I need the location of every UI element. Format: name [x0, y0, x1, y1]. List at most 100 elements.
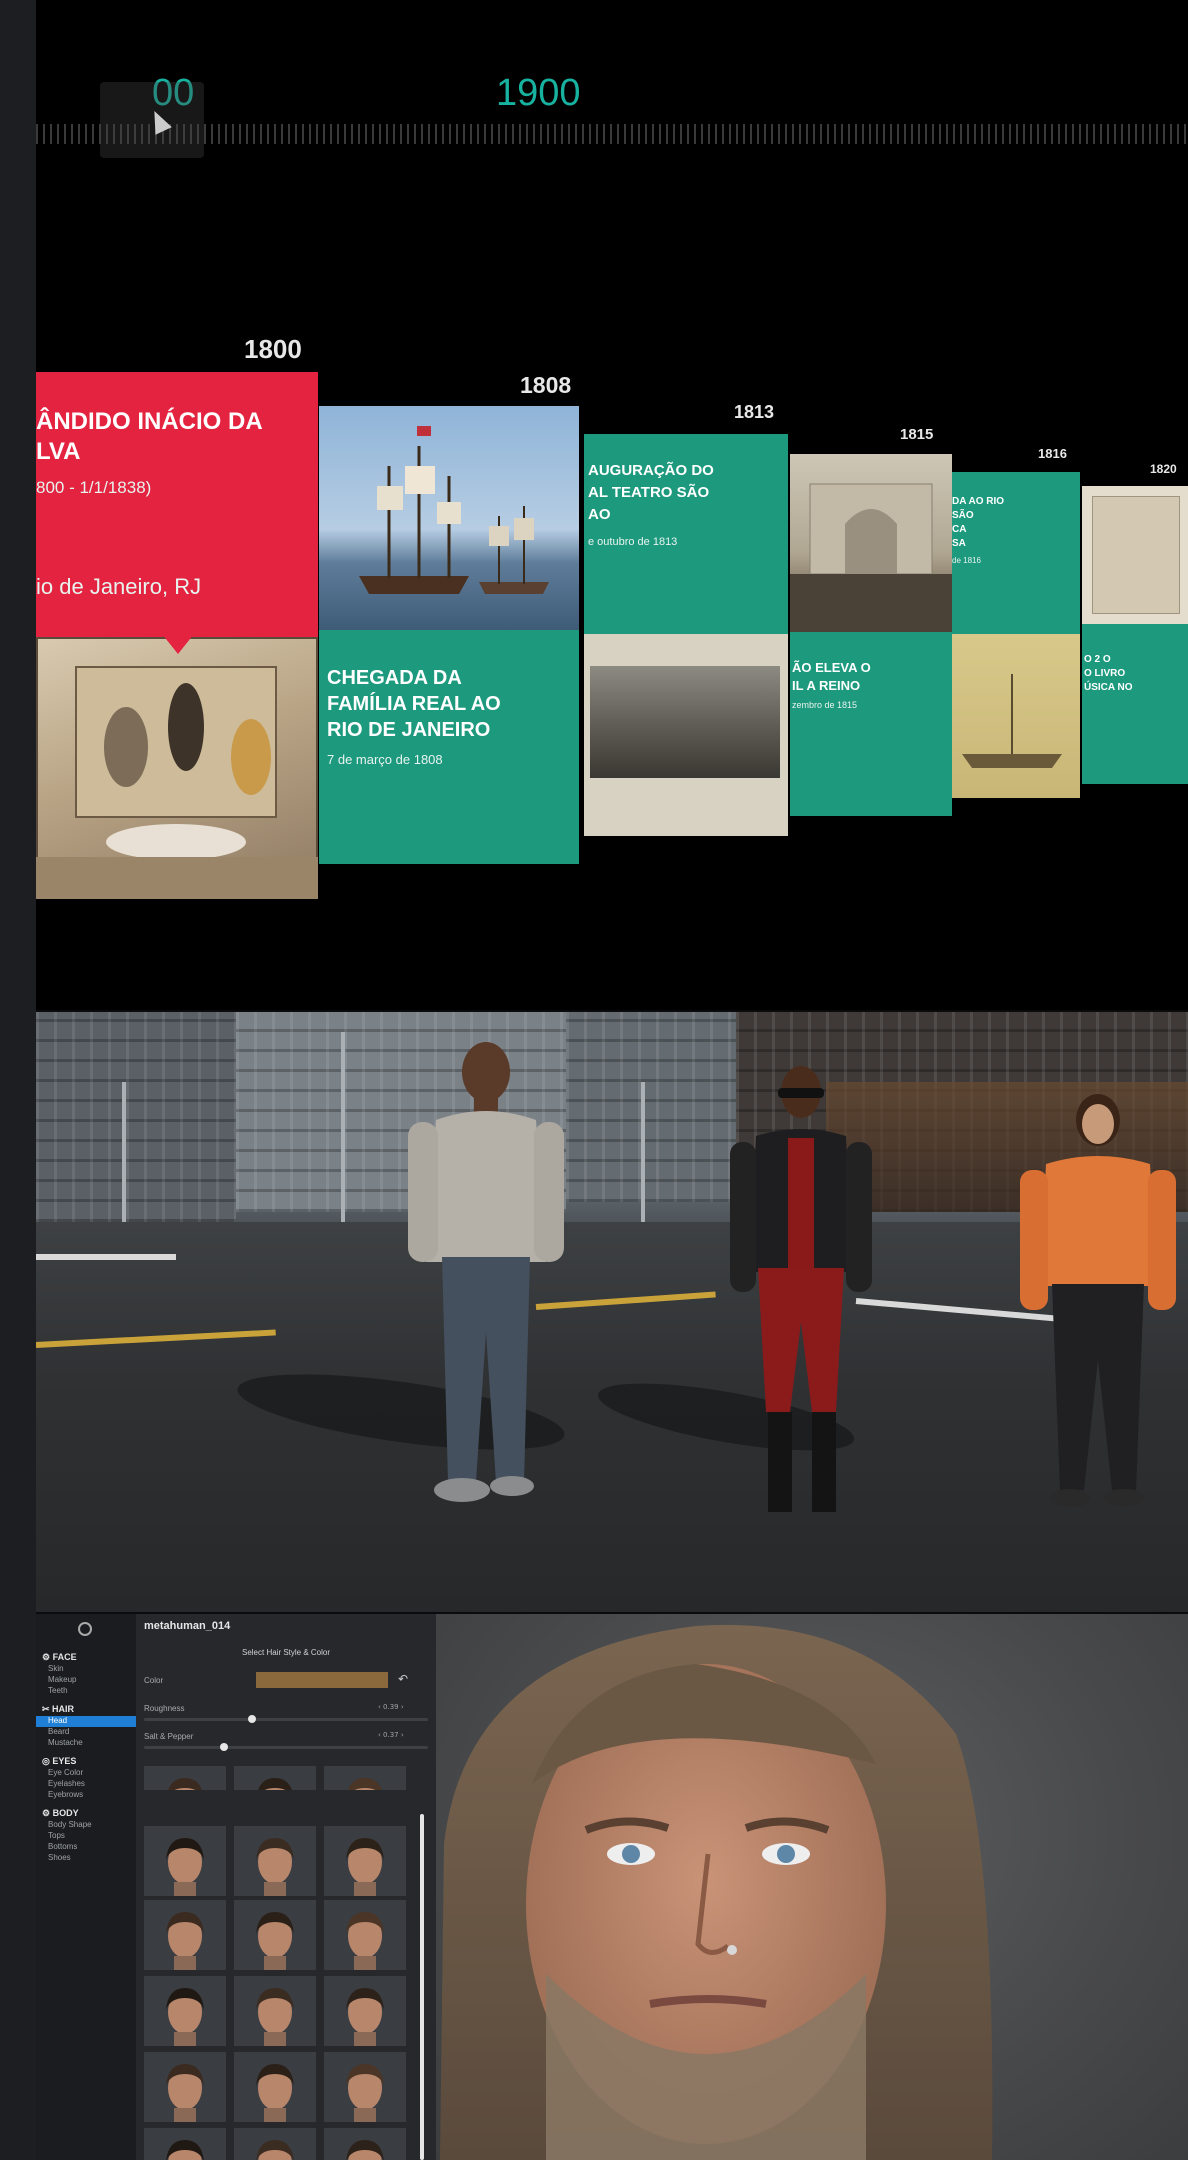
timeline-card-1815[interactable]: ÃO ELEVA O IL A REINO zembro de 1815	[790, 632, 952, 816]
head-preview	[166, 1838, 204, 1896]
hairstyle-thumbnail[interactable]	[324, 1976, 406, 2046]
card-title-line: AUGURAÇÃO DO	[588, 462, 714, 479]
metahuman-creator-panel: ⚙ FACE Skin Makeup Teeth ✂ HAIR Head Bea…	[36, 1614, 1188, 2160]
card-book-cover[interactable]	[1082, 486, 1188, 624]
nav-item-body-shape[interactable]: Body Shape	[48, 1820, 92, 1829]
nav-item-mustache[interactable]: Mustache	[48, 1738, 83, 1747]
hairstyle-thumbnail[interactable]	[234, 1826, 316, 1896]
book-page	[1092, 496, 1180, 614]
grid-scrollbar[interactable]	[420, 1814, 424, 2160]
roughness-value-text: 0.39	[383, 1703, 399, 1711]
ruler-label-1900: 1900	[496, 72, 581, 114]
head-preview	[166, 2140, 204, 2160]
hairstyle-thumbnail[interactable]	[144, 1900, 226, 1970]
card-title-line: LVA	[36, 438, 81, 465]
hairstyle-thumbnail[interactable]	[324, 1900, 406, 1970]
nav-head-face[interactable]: ⚙ FACE	[42, 1652, 77, 1663]
nav-head-label: HAIR	[52, 1704, 75, 1714]
hairstyle-thumbnail[interactable]	[324, 2052, 406, 2122]
salt-pepper-slider-knob[interactable]	[220, 1743, 228, 1751]
card-painting-ships[interactable]	[319, 406, 579, 630]
year-label-1800: 1800	[244, 334, 302, 364]
nav-item-tops[interactable]: Tops	[48, 1831, 65, 1840]
timeline-card-1813[interactable]: AUGURAÇÃO DO AL TEATRO SÃO AO e outubro …	[584, 434, 788, 634]
color-label: Color	[144, 1676, 164, 1685]
card-date: de 1816	[952, 556, 981, 565]
metahuman-face-render	[440, 1624, 993, 2160]
salt-pepper-value[interactable]: ‹ 0.37 ›	[378, 1731, 404, 1739]
card-dates: 800 - 1/1/1838)	[36, 478, 152, 497]
nav-item-eye-color[interactable]: Eye Color	[48, 1768, 83, 1777]
nav-item-teeth[interactable]: Teeth	[48, 1686, 68, 1695]
hairstyle-thumbnail[interactable]	[234, 1976, 316, 2046]
year-label-1816: 1816	[1038, 446, 1067, 461]
roughness-slider[interactable]	[144, 1718, 428, 1721]
hairstyle-thumbnail[interactable]	[144, 1766, 226, 1790]
nav-item-shoes[interactable]: Shoes	[48, 1853, 71, 1862]
salt-pepper-label: Salt & Pepper	[144, 1732, 194, 1741]
nav-item-bottoms[interactable]: Bottoms	[48, 1842, 77, 1851]
roughness-slider-knob[interactable]	[248, 1715, 256, 1723]
hairstyle-thumbnail[interactable]	[144, 1826, 226, 1896]
timeline-ruler[interactable]	[36, 124, 1188, 144]
card-title-line: AO	[588, 506, 611, 523]
hair-color-swatch[interactable]	[256, 1672, 388, 1688]
timeline-card-1820[interactable]: O 2 O O LIVRO ÚSICA NO	[1082, 624, 1188, 784]
nav-item-beard[interactable]: Beard	[48, 1727, 69, 1736]
hairstyle-thumbnail[interactable]	[324, 2128, 406, 2160]
card-title-line: ÂNDIDO INÁCIO DA	[36, 408, 263, 435]
timeline-card-1816[interactable]: DA AO RIO SÃO CA SA de 1816	[952, 472, 1080, 634]
hairstyle-thumbnail[interactable]	[144, 1976, 226, 2046]
street-lamp	[641, 1082, 645, 1232]
timeline-card-1808[interactable]: CHEGADA DA FAMÍLIA REAL AO RIO DE JANEIR…	[319, 630, 579, 864]
hairstyle-thumbnail[interactable]	[144, 2128, 226, 2160]
hairstyle-thumbnail[interactable]	[234, 2052, 316, 2122]
card-title-line: FAMÍLIA REAL AO	[327, 693, 501, 715]
head-preview	[256, 1912, 294, 1970]
hairstyle-thumbnail[interactable]	[234, 1766, 316, 1790]
ship-sketch	[962, 674, 1062, 768]
nav-item-makeup[interactable]: Makeup	[48, 1675, 76, 1684]
salt-pepper-slider[interactable]	[144, 1746, 428, 1749]
hairstyle-thumbnail[interactable]	[144, 2052, 226, 2122]
year-label-1813: 1813	[734, 402, 775, 422]
nav-head-body[interactable]: ⚙ BODY	[42, 1808, 79, 1819]
head-preview	[256, 2064, 294, 2122]
card-title-line: ÃO ELEVA O	[792, 660, 871, 675]
roughness-value[interactable]: ‹ 0.39 ›	[378, 1703, 404, 1711]
character-woman-orange-top[interactable]	[1012, 1090, 1188, 1530]
nav-item-skin[interactable]: Skin	[48, 1664, 64, 1673]
nav-head-eyes[interactable]: ◎ EYES	[42, 1756, 76, 1767]
character-viewport[interactable]	[436, 1614, 1188, 2160]
reset-icon[interactable]: ↶	[398, 1672, 408, 1686]
nav-item-eyelashes[interactable]: Eyelashes	[48, 1779, 85, 1788]
roughness-label: Roughness	[144, 1704, 185, 1713]
street-lamp	[341, 1032, 345, 1232]
character-woman-leather-jacket[interactable]	[716, 1062, 886, 1532]
nav-head-label: EYES	[52, 1756, 77, 1766]
hairstyle-thumbnail[interactable]	[324, 1766, 406, 1790]
back-circle-icon[interactable]	[78, 1622, 92, 1636]
card-title-line: SA	[952, 538, 966, 549]
head-preview	[168, 1778, 202, 1790]
year-label-1808: 1808	[520, 372, 572, 398]
card-date: zembro de 1815	[792, 700, 858, 710]
ships-painting	[359, 426, 549, 594]
nav-head-hair[interactable]: ✂ HAIR	[42, 1704, 74, 1715]
timeline-card-1800[interactable]: ÂNDIDO INÁCIO DA LVA 800 - 1/1/1838) io …	[36, 372, 318, 637]
character-man-grey-sweater[interactable]	[386, 1042, 586, 1542]
hairstyle-thumbnail[interactable]	[234, 2128, 316, 2160]
card-title-line: ÚSICA NO	[1084, 682, 1133, 693]
nav-item-eyebrows[interactable]: Eyebrows	[48, 1790, 83, 1799]
nav-item-head[interactable]: Head	[48, 1716, 67, 1725]
card-place: io de Janeiro, RJ	[36, 574, 202, 599]
card-date: 7 de março de 1808	[327, 752, 443, 767]
hairstyle-thumbnail[interactable]	[324, 1826, 406, 1896]
card-date: e outubro de 1813	[588, 536, 678, 548]
card-painting-arch[interactable]	[790, 454, 952, 632]
head-preview	[346, 1838, 384, 1896]
road-marking	[36, 1254, 176, 1260]
head-preview	[258, 1778, 292, 1790]
hairstyle-thumbnail[interactable]	[234, 1900, 316, 1970]
category-sidebar: ⚙ FACE Skin Makeup Teeth ✂ HAIR Head Bea…	[36, 1614, 136, 2160]
